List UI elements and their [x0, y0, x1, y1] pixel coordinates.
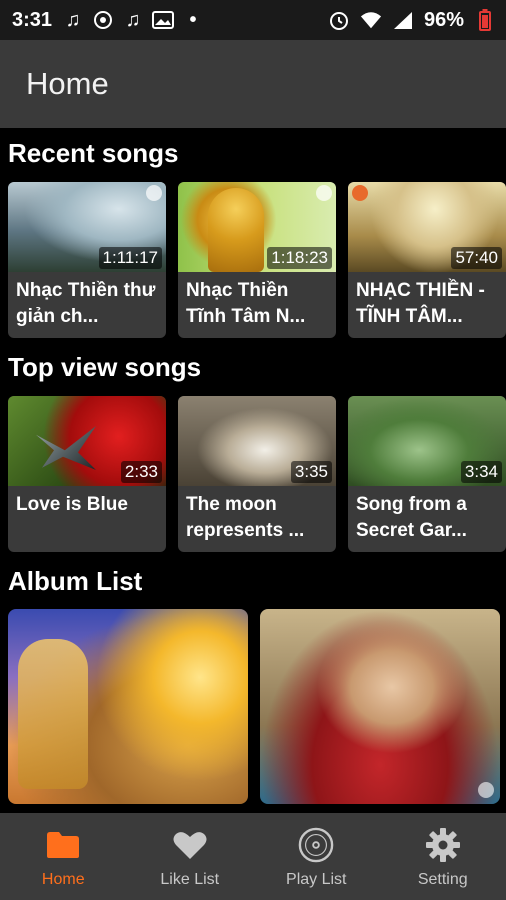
- signal-icon: [392, 9, 414, 31]
- butterfly-image: [36, 426, 96, 470]
- song-duration: 57:40: [451, 247, 502, 269]
- notification-icons: ♫ ♫ •: [62, 9, 204, 31]
- nav-label-play-list: Play List: [286, 871, 347, 888]
- top-view-songs-heading: Top view songs: [8, 352, 202, 382]
- recent-songs-row: 1:11:17 Nhạc Thiền thư giản ch... 1:18:2…: [8, 182, 506, 338]
- song-card[interactable]: 3:34 Song from a Secret Gar...: [348, 396, 506, 552]
- album-badge-icon: [478, 782, 494, 798]
- song-title: NHẠC THIỀN - TĨNH TÂM...: [356, 280, 485, 327]
- wifi-icon: [360, 9, 382, 31]
- album-list-row: [8, 609, 500, 804]
- recent-songs-heading: Recent songs: [8, 138, 179, 168]
- gallery-icon: [152, 9, 175, 31]
- heart-icon: [172, 827, 208, 863]
- battery-icon: [474, 9, 496, 31]
- nav-item-like-list[interactable]: Like List: [127, 813, 254, 900]
- song-title: Song from a Secret Gar...: [356, 494, 467, 541]
- music-note-icon: ♫: [65, 8, 81, 31]
- album-card[interactable]: [8, 609, 248, 804]
- song-thumbnail: 3:34: [348, 396, 506, 486]
- song-duration: 1:18:23: [267, 247, 332, 269]
- status-time: 3:31: [12, 8, 53, 31]
- alarm-icon: [328, 9, 350, 31]
- music-note-icon: ♫: [125, 8, 141, 31]
- song-card[interactable]: 1:18:23 Nhạc Thiền Tĩnh Tâm N...: [178, 182, 336, 338]
- lotus-badge-icon: [316, 185, 332, 201]
- battery-percent: 96%: [423, 8, 464, 31]
- bottom-navigation: Home Like List Play List Setting: [0, 813, 506, 900]
- nav-label-home: Home: [41, 871, 85, 888]
- song-title: Nhạc Thiền Tĩnh Tâm N...: [186, 280, 306, 327]
- dot-icon: •: [189, 8, 197, 31]
- nav-label-like-list: Like List: [160, 871, 220, 888]
- logo-badge-icon: [352, 185, 368, 201]
- song-card[interactable]: 3:35 The moon represents ...: [178, 396, 336, 552]
- album-list-heading: Album List: [8, 566, 143, 596]
- golden-hand-image: [18, 639, 88, 789]
- song-title: The moon represents ...: [186, 494, 305, 541]
- nav-item-play-list[interactable]: Play List: [253, 813, 380, 900]
- nav-item-setting[interactable]: Setting: [380, 813, 506, 900]
- song-thumbnail: 2:33: [8, 396, 166, 486]
- top-view-songs-row: 2:33 Love is Blue 3:35 The moon represen…: [8, 396, 506, 552]
- song-thumbnail: 1:11:17: [8, 182, 166, 272]
- song-thumbnail: 57:40: [348, 182, 506, 272]
- status-bar: 3:31 ♫ ♫ • 96%: [0, 0, 506, 40]
- folder-icon: [45, 827, 81, 863]
- gear-icon: [425, 827, 461, 863]
- song-duration: 2:33: [120, 461, 162, 483]
- song-duration: 3:34: [460, 461, 502, 483]
- song-title: Nhạc Thiền thư giản ch...: [16, 280, 156, 327]
- song-card[interactable]: 57:40 NHẠC THIỀN - TĨNH TÂM...: [348, 182, 506, 338]
- song-thumbnail: 1:18:23: [178, 182, 336, 272]
- disc-icon: [298, 827, 334, 863]
- song-duration: 1:11:17: [98, 247, 162, 269]
- song-card[interactable]: 1:11:17 Nhạc Thiền thư giản ch...: [8, 182, 166, 338]
- nav-label-setting: Setting: [417, 871, 468, 888]
- system-icons: 96%: [328, 0, 496, 40]
- target-icon: [92, 9, 114, 31]
- nav-item-home[interactable]: Home: [0, 813, 127, 900]
- song-thumbnail: 3:35: [178, 396, 336, 486]
- app-bar: Home: [0, 40, 506, 128]
- buddha-image: [208, 188, 264, 272]
- page-title: Home: [26, 66, 109, 101]
- album-card[interactable]: [260, 609, 500, 804]
- song-duration: 3:35: [290, 461, 332, 483]
- song-title: Love is Blue: [16, 494, 128, 515]
- song-card[interactable]: 2:33 Love is Blue: [8, 396, 166, 552]
- lotus-badge-icon: [146, 185, 162, 201]
